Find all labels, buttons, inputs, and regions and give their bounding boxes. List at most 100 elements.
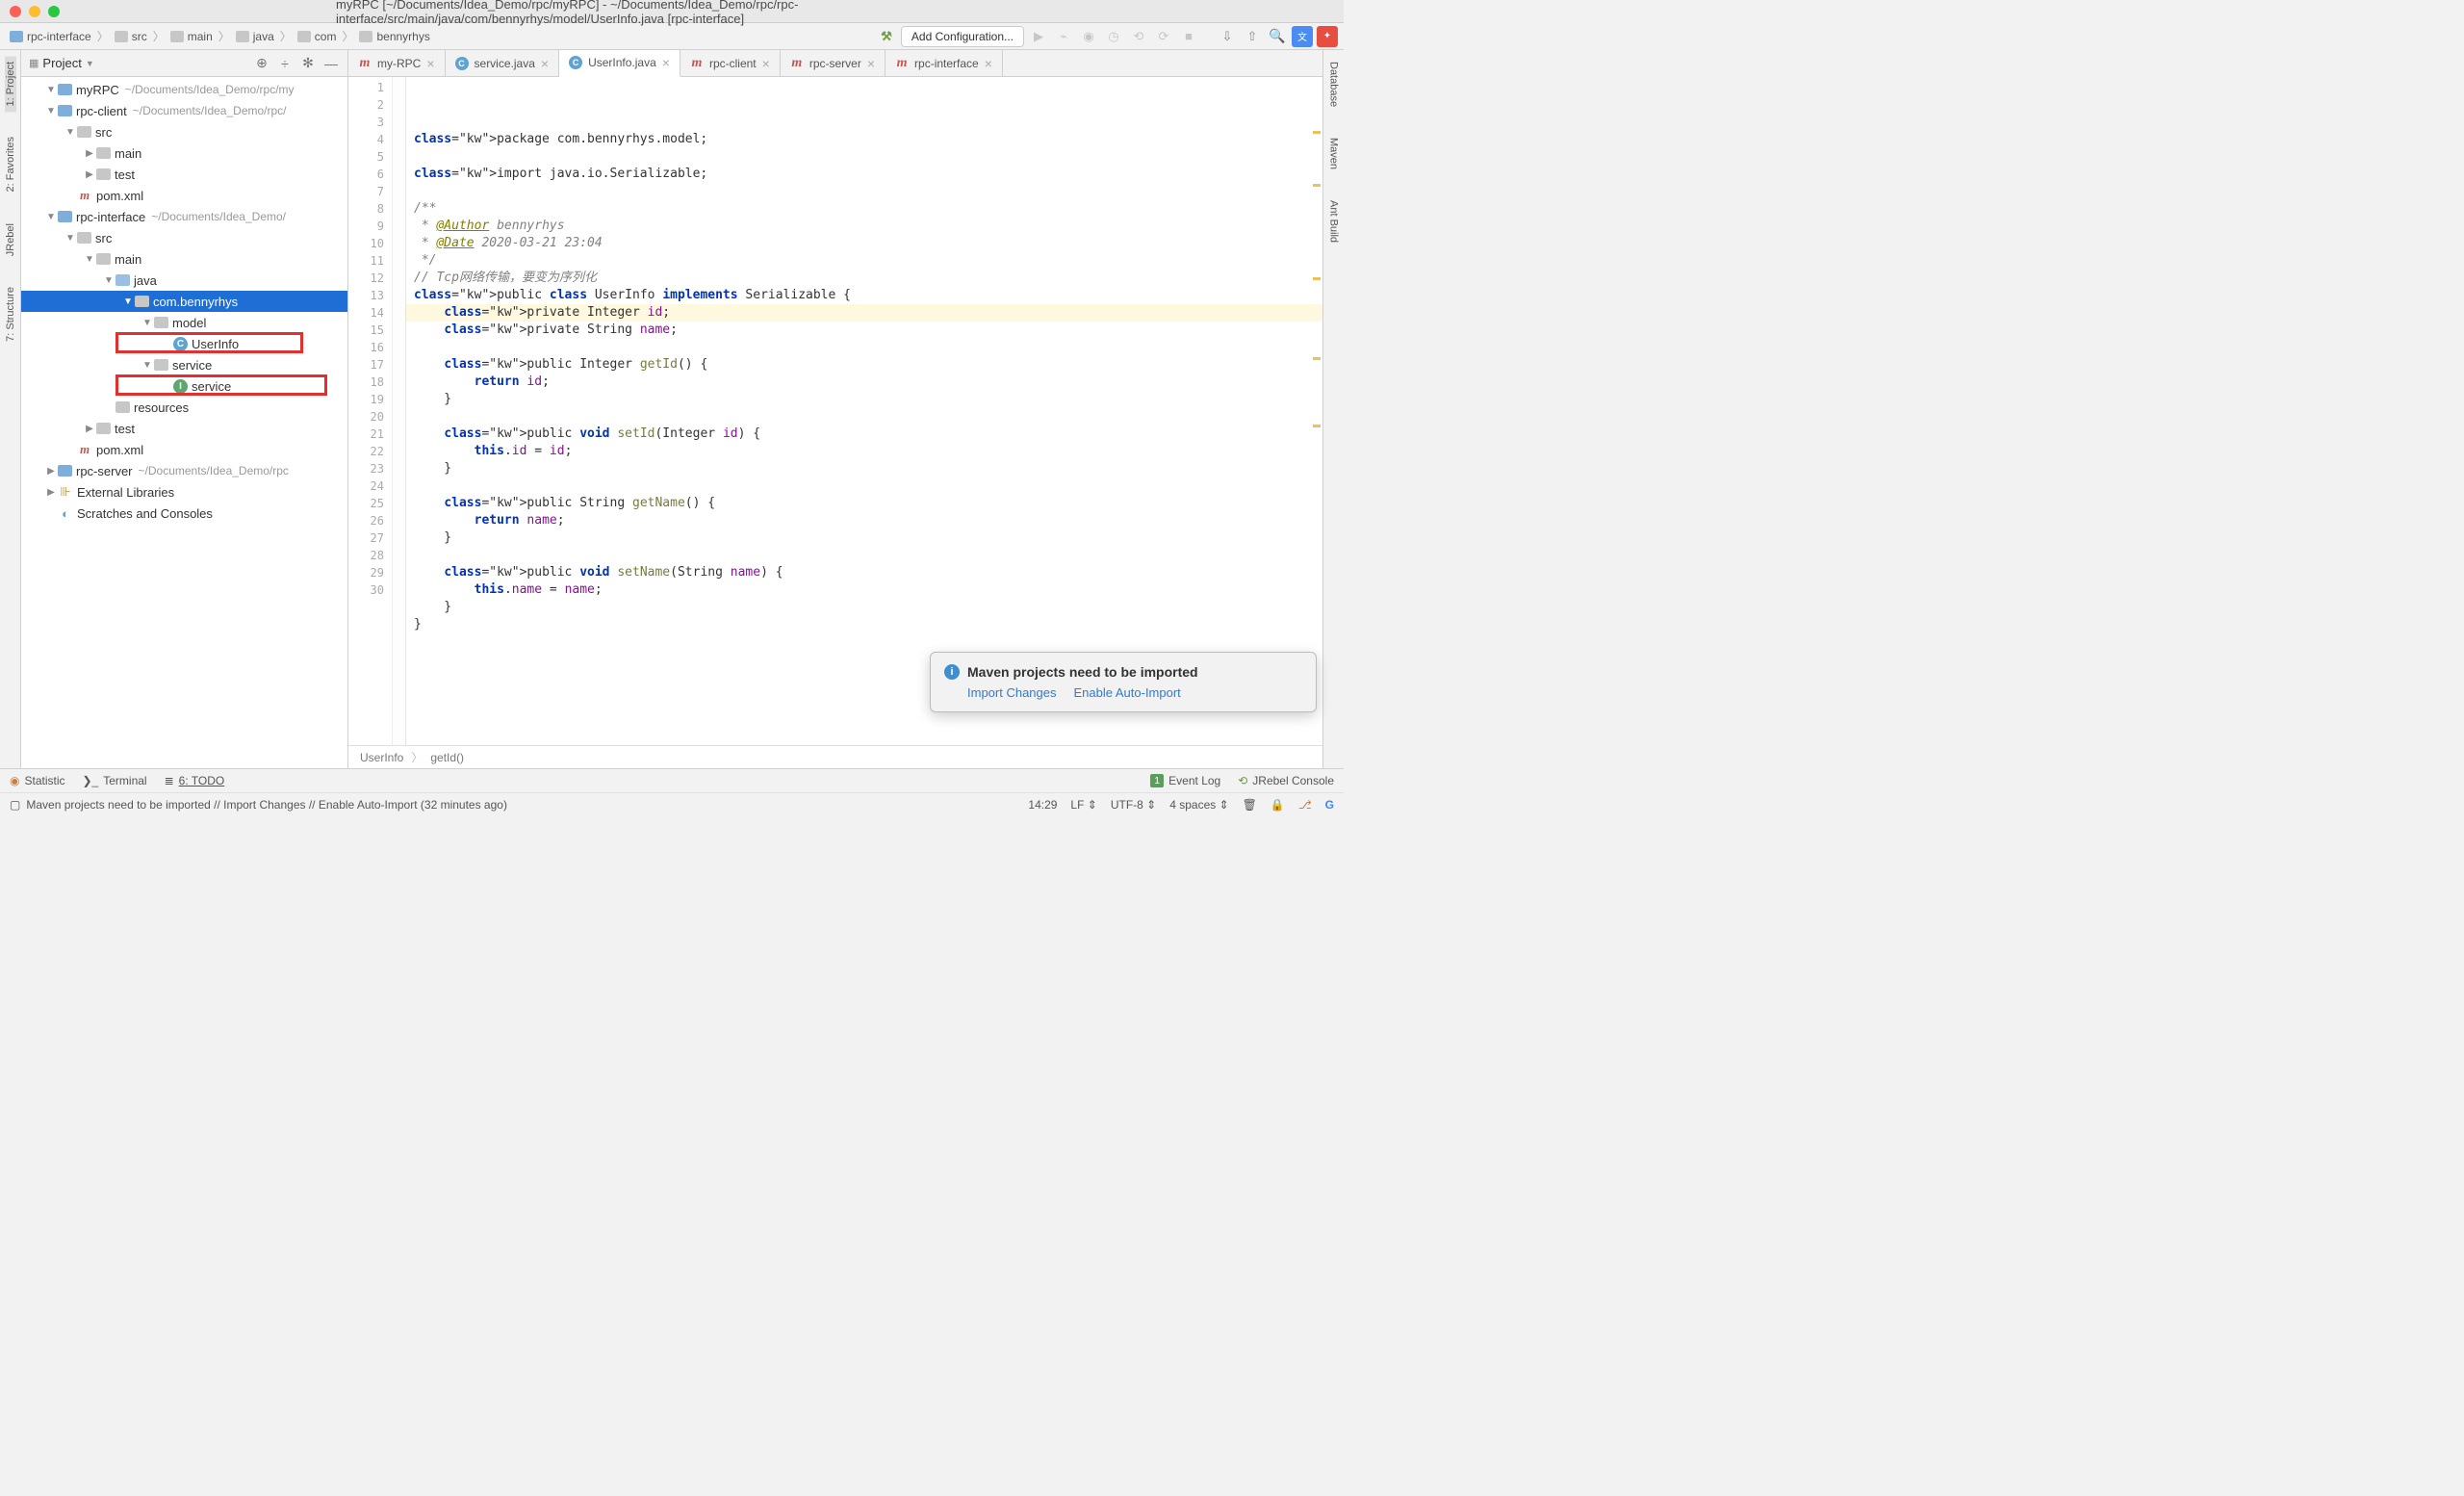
jrebel-debug-icon[interactable]: ⟳: [1153, 26, 1174, 47]
tree-node-src[interactable]: ▼src: [21, 227, 347, 248]
tree-twistie[interactable]: ▼: [83, 254, 96, 265]
close-tab-icon[interactable]: ×: [662, 55, 670, 70]
enable-auto-import-link[interactable]: Enable Auto-Import: [1074, 685, 1181, 700]
close-tab-icon[interactable]: ×: [985, 56, 992, 71]
tree-node-test[interactable]: ▶test: [21, 418, 347, 439]
jrebel-tool-window-button[interactable]: JRebel: [5, 218, 16, 262]
tree-node-rpc-server[interactable]: ▶rpc-server~/Documents/Idea_Demo/rpc: [21, 460, 347, 481]
tree-twistie[interactable]: ▼: [64, 233, 77, 244]
breadcrumb-main[interactable]: main: [167, 28, 217, 45]
ant-tool-window-button[interactable]: Ant Build: [1328, 194, 1340, 248]
statistic-tool-button[interactable]: ◉Statistic: [10, 774, 65, 787]
terminal-tool-button[interactable]: ❯_Terminal: [83, 774, 147, 787]
tree-node-test[interactable]: ▶test: [21, 164, 347, 185]
tree-twistie[interactable]: ▼: [102, 275, 116, 286]
jrebel-console-button[interactable]: ⟲JRebel Console: [1238, 774, 1334, 787]
expand-all-icon[interactable]: ÷: [276, 55, 294, 72]
tree-node-myrpc[interactable]: ▼myRPC~/Documents/Idea_Demo/rpc/my: [21, 79, 347, 100]
editor-crumb-class[interactable]: UserInfo: [360, 751, 403, 764]
import-changes-link[interactable]: Import Changes: [967, 685, 1057, 700]
close-tab-icon[interactable]: ×: [867, 56, 875, 71]
gear-icon[interactable]: ✻: [299, 55, 317, 72]
tree-twistie[interactable]: ▶: [83, 424, 96, 434]
event-log-button[interactable]: 1Event Log: [1150, 774, 1220, 787]
memory-indicator-icon[interactable]: 🗑: [1243, 798, 1257, 812]
tree-node-service[interactable]: ▼service: [21, 354, 347, 375]
tree-twistie[interactable]: ▼: [141, 318, 154, 328]
breadcrumb-com[interactable]: com: [294, 28, 341, 45]
tree-twistie[interactable]: ▶: [44, 466, 58, 477]
profile-icon[interactable]: ◷: [1103, 26, 1124, 47]
maximize-window-button[interactable]: [48, 6, 60, 17]
tree-twistie[interactable]: ▼: [44, 106, 58, 116]
lock-icon[interactable]: 🔒: [1270, 798, 1285, 812]
tab-rpc-client[interactable]: mrpc-client×: [680, 50, 781, 76]
tab-userinfo-java[interactable]: CUserInfo.java×: [559, 50, 680, 77]
project-tree[interactable]: ▼myRPC~/Documents/Idea_Demo/rpc/my▼rpc-c…: [21, 77, 347, 768]
extra-tool-icon[interactable]: ✦: [1317, 26, 1338, 47]
tree-node-resources[interactable]: resources: [21, 397, 347, 418]
select-opened-file-icon[interactable]: ⊕: [253, 55, 270, 72]
database-tool-window-button[interactable]: Database: [1328, 56, 1340, 113]
status-panel-toggle-icon[interactable]: ▢: [10, 798, 20, 812]
tree-node-rpc-interface[interactable]: ▼rpc-interface~/Documents/Idea_Demo/: [21, 206, 347, 227]
tree-twistie[interactable]: ▶: [83, 148, 96, 159]
breadcrumb-rpc-interface[interactable]: rpc-interface: [6, 28, 95, 45]
editor-crumb-method[interactable]: getId(): [430, 751, 464, 764]
todo-tool-button[interactable]: ≣ 6: TODO: [165, 774, 225, 787]
translate-icon[interactable]: 文: [1292, 26, 1313, 47]
stop-icon[interactable]: ■: [1178, 26, 1199, 47]
file-encoding[interactable]: UTF-8 ⇕: [1111, 798, 1156, 812]
maven-tool-window-button[interactable]: Maven: [1328, 132, 1340, 175]
add-configuration-button[interactable]: Add Configuration...: [901, 26, 1024, 47]
git-branch-icon[interactable]: ⎇: [1298, 798, 1312, 812]
tree-node-pom-xml[interactable]: mpom.xml: [21, 185, 347, 206]
search-icon[interactable]: 🔍: [1267, 26, 1288, 47]
tree-node-src[interactable]: ▼src: [21, 121, 347, 142]
line-ending[interactable]: LF ⇕: [1070, 798, 1096, 812]
jrebel-run-icon[interactable]: ⟲: [1128, 26, 1149, 47]
tab-rpc-server[interactable]: mrpc-server×: [781, 50, 886, 76]
close-tab-icon[interactable]: ×: [426, 56, 434, 71]
tab-rpc-interface[interactable]: mrpc-interface×: [886, 50, 1003, 76]
tree-twistie[interactable]: ▼: [64, 127, 77, 138]
tree-node-scratches-and-consoles[interactable]: ◐Scratches and Consoles: [21, 503, 347, 524]
tab-my-rpc[interactable]: mmy-RPC×: [348, 50, 446, 76]
tree-twistie[interactable]: ▶: [44, 487, 58, 498]
vcs-commit-icon[interactable]: ⇧: [1242, 26, 1263, 47]
close-tab-icon[interactable]: ×: [762, 56, 770, 71]
hide-panel-icon[interactable]: —: [322, 55, 340, 72]
favorites-tool-window-button[interactable]: 2: Favorites: [5, 131, 16, 197]
indent-setting[interactable]: 4 spaces ⇕: [1169, 798, 1228, 812]
breadcrumb-src[interactable]: src: [111, 28, 151, 45]
tree-node-com-bennyrhys[interactable]: ▼com.bennyrhys: [21, 291, 347, 312]
tree-twistie[interactable]: ▼: [141, 360, 154, 371]
tree-node-external-libraries[interactable]: ▶⊪External Libraries: [21, 481, 347, 503]
tree-node-userinfo[interactable]: CUserInfo: [21, 333, 347, 354]
tree-twistie[interactable]: ▼: [44, 212, 58, 222]
debug-icon[interactable]: ⌁: [1053, 26, 1074, 47]
tree-node-service[interactable]: Iservice: [21, 375, 347, 397]
caret-position[interactable]: 14:29: [1028, 798, 1057, 812]
breadcrumb-bennyrhys[interactable]: bennyrhys: [355, 28, 433, 45]
tree-node-main[interactable]: ▼main: [21, 248, 347, 270]
code-editor[interactable]: class="kw">package com.bennyrhys.model; …: [406, 77, 1322, 745]
run-icon[interactable]: ▶: [1028, 26, 1049, 47]
tab-service-java[interactable]: Cservice.java×: [446, 50, 560, 76]
breadcrumb-java[interactable]: java: [232, 28, 278, 45]
tree-twistie[interactable]: ▶: [83, 169, 96, 180]
line-gutter[interactable]: 1234567891011121314151617181920212223242…: [348, 77, 393, 745]
project-panel-title[interactable]: ▦ Project ▼: [29, 56, 247, 70]
coverage-icon[interactable]: ◉: [1078, 26, 1099, 47]
tree-node-main[interactable]: ▶main: [21, 142, 347, 164]
close-tab-icon[interactable]: ×: [541, 56, 549, 71]
project-tool-window-button[interactable]: 1: Project: [5, 56, 16, 112]
google-icon[interactable]: G: [1325, 798, 1334, 812]
tree-node-java[interactable]: ▼java: [21, 270, 347, 291]
tree-node-model[interactable]: ▼model: [21, 312, 347, 333]
tree-twistie[interactable]: ▼: [44, 85, 58, 95]
build-icon[interactable]: ⚒: [876, 26, 897, 47]
tree-node-rpc-client[interactable]: ▼rpc-client~/Documents/Idea_Demo/rpc/: [21, 100, 347, 121]
close-window-button[interactable]: [10, 6, 21, 17]
tree-twistie[interactable]: ▼: [121, 297, 135, 307]
